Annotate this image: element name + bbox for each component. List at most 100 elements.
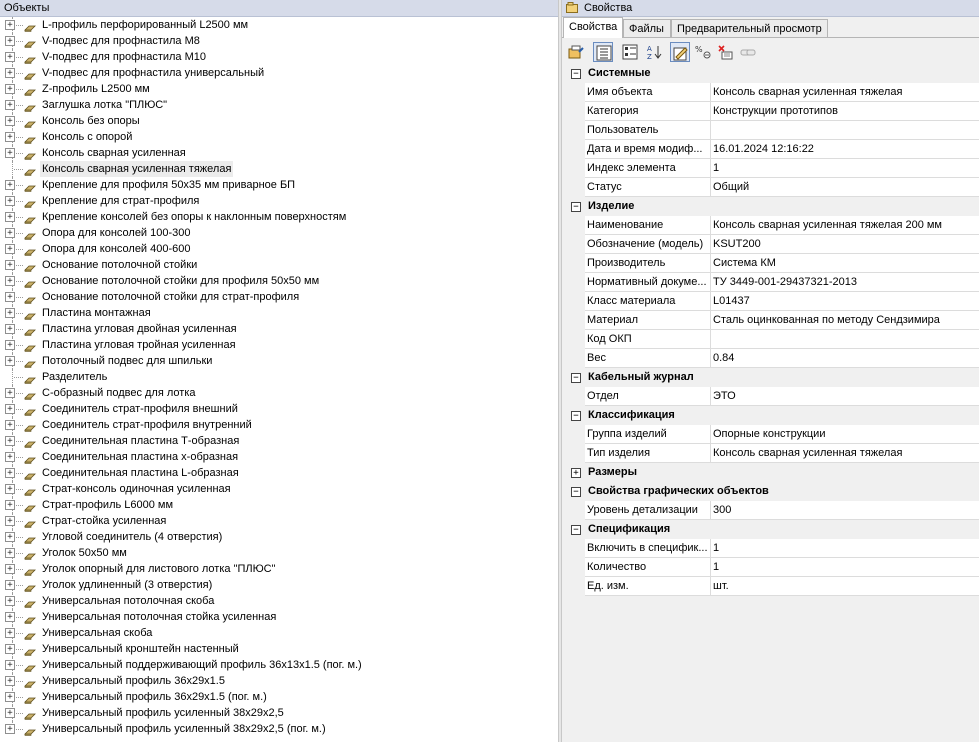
property-value[interactable]: ТУ 3449-001-29437321-2013 bbox=[710, 273, 979, 292]
tree-item[interactable]: + Основание потолочной стойки для страт-п… bbox=[0, 289, 558, 305]
tree-item[interactable]: + V-подвес для профнастила универсальный bbox=[0, 65, 558, 81]
property-row[interactable]: Наименование Консоль сварная усиленная тя… bbox=[562, 216, 979, 235]
expand-plus-icon[interactable]: + bbox=[5, 324, 15, 334]
expand-plus-icon[interactable]: + bbox=[5, 612, 15, 622]
property-category[interactable]: − Спецификация bbox=[562, 520, 979, 539]
property-row[interactable]: Пользователь bbox=[562, 121, 979, 140]
expand-plus-icon[interactable]: + bbox=[571, 468, 581, 478]
tree-item[interactable]: + Страт-консоль одиночная усиленная bbox=[0, 481, 558, 497]
property-row[interactable]: Дата и время модиф... 16.01.2024 12:16:22 bbox=[562, 140, 979, 159]
tree-item[interactable]: + Крепление для профиля 50x35 мм приварно… bbox=[0, 177, 558, 193]
tree-item[interactable]: + Пластина угловая двойная усиленная bbox=[0, 321, 558, 337]
tab-files[interactable]: Файлы bbox=[623, 19, 671, 37]
expand-plus-icon[interactable]: + bbox=[5, 148, 15, 158]
property-value[interactable]: 16.01.2024 12:16:22 bbox=[710, 140, 979, 159]
expand-plus-icon[interactable]: + bbox=[5, 596, 15, 606]
tree-item[interactable]: + Универсальный профиль усиленный 38x29x2… bbox=[0, 705, 558, 721]
tree-item[interactable]: + Соединительная пластина Т-образная bbox=[0, 433, 558, 449]
property-value[interactable]: Консоль сварная усиленная тяжелая bbox=[710, 83, 979, 102]
expand-plus-icon[interactable]: + bbox=[5, 404, 15, 414]
tree-item[interactable]: + Уголок 50x50 мм bbox=[0, 545, 558, 561]
tree-item[interactable]: + Основание потолочной стойки для профиля… bbox=[0, 273, 558, 289]
property-value[interactable]: Сталь оцинкованная по методу Сендзимира bbox=[710, 311, 979, 330]
expand-plus-icon[interactable]: + bbox=[5, 212, 15, 222]
expand-plus-icon[interactable]: + bbox=[5, 100, 15, 110]
objects-tree[interactable]: + L-профиль перфорированный L2500 мм + V-по… bbox=[0, 17, 558, 737]
tree-item[interactable]: + Универсальная потолочная стойка усиленн… bbox=[0, 609, 558, 625]
property-row[interactable]: Код ОКП bbox=[562, 330, 979, 349]
expand-plus-icon[interactable]: + bbox=[5, 564, 15, 574]
expand-plus-icon[interactable]: + bbox=[5, 436, 15, 446]
tree-item[interactable]: + Опора для консолей 100-300 bbox=[0, 225, 558, 241]
property-value[interactable]: ЭТО bbox=[710, 387, 979, 406]
expand-plus-icon[interactable]: + bbox=[5, 724, 15, 734]
formula-icon[interactable]: % bbox=[693, 42, 713, 62]
expand-plus-icon[interactable]: + bbox=[5, 260, 15, 270]
expand-plus-icon[interactable]: + bbox=[5, 132, 15, 142]
property-value[interactable]: 300 bbox=[710, 501, 979, 520]
tree-item[interactable]: + Соединительная пластина L-образная bbox=[0, 465, 558, 481]
tree-item[interactable]: + V-подвес для профнастила M10 bbox=[0, 49, 558, 65]
property-row[interactable]: Вес 0.84 bbox=[562, 349, 979, 368]
expand-plus-icon[interactable]: + bbox=[5, 52, 15, 62]
tree-item[interactable]: + Пластина монтажная bbox=[0, 305, 558, 321]
tree-item[interactable]: + Универсальный поддерживающий профиль 36… bbox=[0, 657, 558, 673]
expand-plus-icon[interactable]: + bbox=[5, 580, 15, 590]
expand-plus-icon[interactable]: + bbox=[5, 500, 15, 510]
expand-plus-icon[interactable]: + bbox=[5, 644, 15, 654]
categorized-icon[interactable] bbox=[593, 42, 613, 62]
property-category[interactable]: − Изделие bbox=[562, 197, 979, 216]
expand-plus-icon[interactable]: + bbox=[5, 244, 15, 254]
collapse-minus-icon[interactable]: − bbox=[571, 373, 581, 383]
expand-plus-icon[interactable]: + bbox=[5, 532, 15, 542]
tree-item[interactable]: + Пластина угловая тройная усиленная bbox=[0, 337, 558, 353]
property-value[interactable]: L01437 bbox=[710, 292, 979, 311]
tree-item[interactable]: + Консоль с опорой bbox=[0, 129, 558, 145]
expand-plus-icon[interactable]: + bbox=[5, 228, 15, 238]
tree-item[interactable]: + Страт-стойка усиленная bbox=[0, 513, 558, 529]
property-row[interactable]: Производитель Система КМ bbox=[562, 254, 979, 273]
property-row[interactable]: Ед. изм. шт. bbox=[562, 577, 979, 596]
collapse-minus-icon[interactable]: − bbox=[571, 69, 581, 79]
expand-plus-icon[interactable]: + bbox=[5, 356, 15, 366]
edit-icon[interactable] bbox=[670, 42, 690, 62]
tab-preview[interactable]: Предварительный просмотр bbox=[671, 19, 828, 37]
expand-plus-icon[interactable]: + bbox=[5, 676, 15, 686]
expand-plus-icon[interactable]: + bbox=[5, 20, 15, 30]
tree-item[interactable]: + Угловой соединитель (4 отверстия) bbox=[0, 529, 558, 545]
tree-item[interactable]: + Универсальная потолочная скоба bbox=[0, 593, 558, 609]
property-row[interactable]: Статус Общий bbox=[562, 178, 979, 197]
collapse-minus-icon[interactable]: − bbox=[571, 411, 581, 421]
property-category[interactable]: − Свойства графических объектов bbox=[562, 482, 979, 501]
expand-plus-icon[interactable]: + bbox=[5, 68, 15, 78]
property-value[interactable] bbox=[710, 330, 979, 349]
property-value[interactable]: шт. bbox=[710, 577, 979, 596]
property-value[interactable]: Конструкции прототипов bbox=[710, 102, 979, 121]
tree-item[interactable]: + Консоль сварная усиленная bbox=[0, 145, 558, 161]
property-value[interactable]: Консоль сварная усиленная тяжелая bbox=[710, 444, 979, 463]
property-value[interactable]: 1 bbox=[710, 558, 979, 577]
expand-plus-icon[interactable]: + bbox=[5, 292, 15, 302]
tree-item[interactable]: + Крепление консолей без опоры к наклонны… bbox=[0, 209, 558, 225]
property-row[interactable]: Количество 1 bbox=[562, 558, 979, 577]
property-row[interactable]: Группа изделий Опорные конструкции bbox=[562, 425, 979, 444]
expand-plus-icon[interactable]: + bbox=[5, 116, 15, 126]
expand-plus-icon[interactable]: + bbox=[5, 452, 15, 462]
tree-item[interactable]: + Консоль без опоры bbox=[0, 113, 558, 129]
tree-item[interactable]: + V-подвес для профнастила M8 bbox=[0, 33, 558, 49]
tree-item[interactable]: + Универсальный профиль 36x29x1.5 bbox=[0, 673, 558, 689]
property-value[interactable]: 1 bbox=[710, 159, 979, 178]
expand-plus-icon[interactable]: + bbox=[5, 548, 15, 558]
tree-item[interactable]: + Универсальная скоба bbox=[0, 625, 558, 641]
property-row[interactable]: Индекс элемента 1 bbox=[562, 159, 979, 178]
expand-plus-icon[interactable]: + bbox=[5, 660, 15, 670]
tree-item[interactable]: + Универсальный кронштейн настенный bbox=[0, 641, 558, 657]
collapse-minus-icon[interactable]: − bbox=[571, 525, 581, 535]
tree-item[interactable]: + Страт-профиль L6000 мм bbox=[0, 497, 558, 513]
property-value[interactable]: Система КМ bbox=[710, 254, 979, 273]
property-row[interactable]: Тип изделия Консоль сварная усиленная тяж… bbox=[562, 444, 979, 463]
grouped-icon[interactable] bbox=[620, 42, 640, 62]
expand-plus-icon[interactable]: + bbox=[5, 388, 15, 398]
tree-item[interactable]: + L-профиль перфорированный L2500 мм bbox=[0, 17, 558, 33]
tree-item[interactable]: + Соединительная пластина х-образная bbox=[0, 449, 558, 465]
